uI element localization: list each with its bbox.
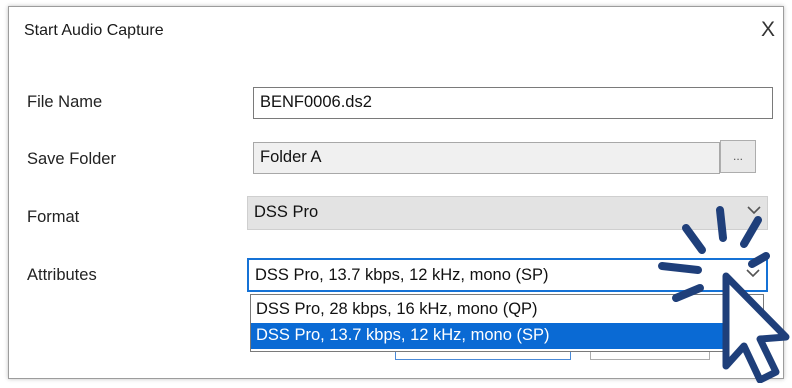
close-icon[interactable]: X [754, 15, 782, 45]
file-name-label: File Name [27, 93, 103, 111]
save-folder-label: Save Folder [27, 150, 116, 168]
attributes-select-value: DSS Pro, 13.7 kbps, 12 kHz, mono (SP) [255, 266, 549, 284]
dialog-titlebar: Start Audio Capture X [9, 7, 783, 57]
attributes-label: Attributes [27, 266, 97, 284]
click-pointer-icon [640, 198, 792, 384]
format-label: Format [27, 208, 80, 226]
ok-button-partial[interactable] [395, 352, 571, 360]
format-select-value: DSS Pro [254, 203, 319, 221]
dialog-title: Start Audio Capture [24, 22, 164, 39]
save-folder-field[interactable]: Folder A [253, 142, 720, 174]
browse-folder-button[interactable]: ... [720, 140, 756, 173]
file-name-input[interactable]: BENF0006.ds2 [253, 87, 773, 119]
